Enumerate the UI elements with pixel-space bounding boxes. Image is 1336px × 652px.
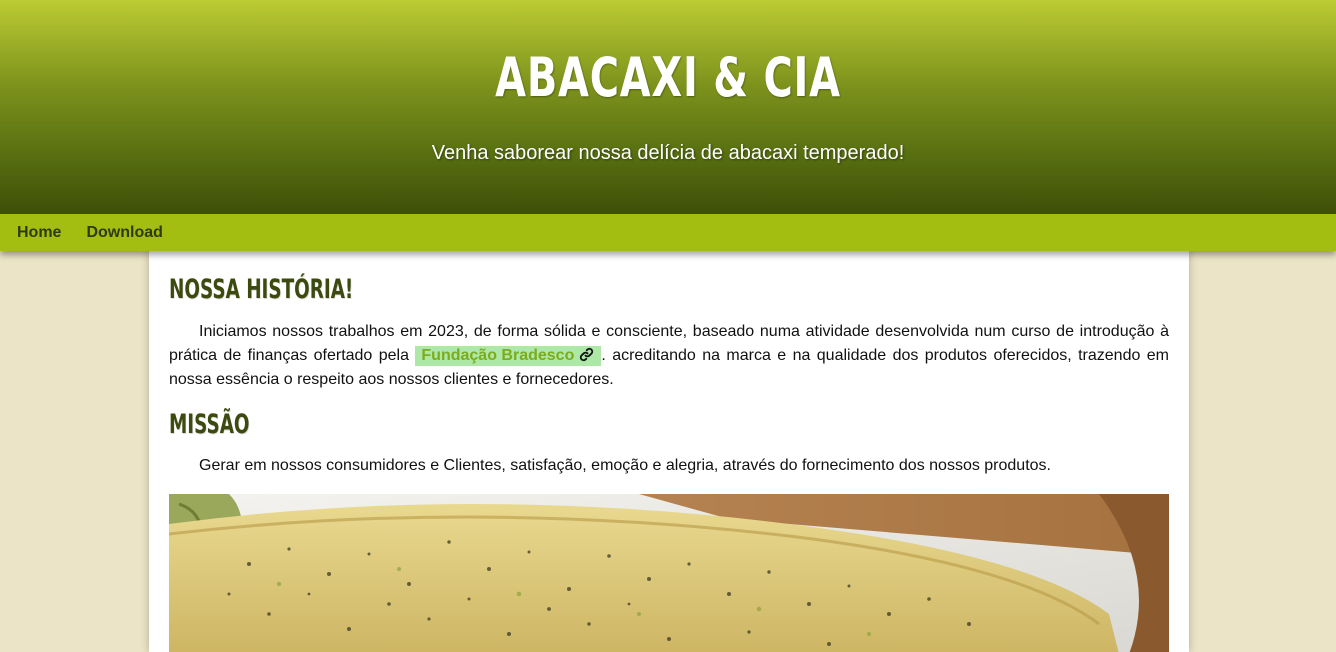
- site-title: ABACAXI & CIA: [495, 46, 841, 109]
- mission-paragraph: Gerar em nossos consumidores e Clientes,…: [199, 457, 1051, 474]
- site-subtitle: Venha saborear nossa delícia de abacaxi …: [431, 142, 905, 164]
- fundacao-bradesco-link-label: Fundação Bradesco: [421, 347, 575, 364]
- link-icon: [580, 347, 594, 362]
- site-header: ABACAXI & CIA Venha saborear nossa delíc…: [0, 0, 1336, 214]
- main-content: NOSSA HISTÓRIA! Iniciamos nossos trabalh…: [149, 251, 1189, 652]
- main-nav: Home Download: [0, 214, 1336, 251]
- pineapple-photo-art: [169, 494, 1169, 652]
- history-paragraph: Iniciamos nossos trabalhos em 2023, de f…: [169, 320, 1169, 392]
- pineapple-photo: [169, 494, 1169, 652]
- mission-title: MISSÃO: [169, 409, 250, 440]
- nav-item-home[interactable]: Home: [17, 224, 61, 242]
- nav-item-download[interactable]: Download: [86, 224, 162, 242]
- fundacao-bradesco-link[interactable]: Fundação Bradesco: [415, 346, 602, 366]
- history-title: NOSSA HISTÓRIA!: [169, 274, 354, 305]
